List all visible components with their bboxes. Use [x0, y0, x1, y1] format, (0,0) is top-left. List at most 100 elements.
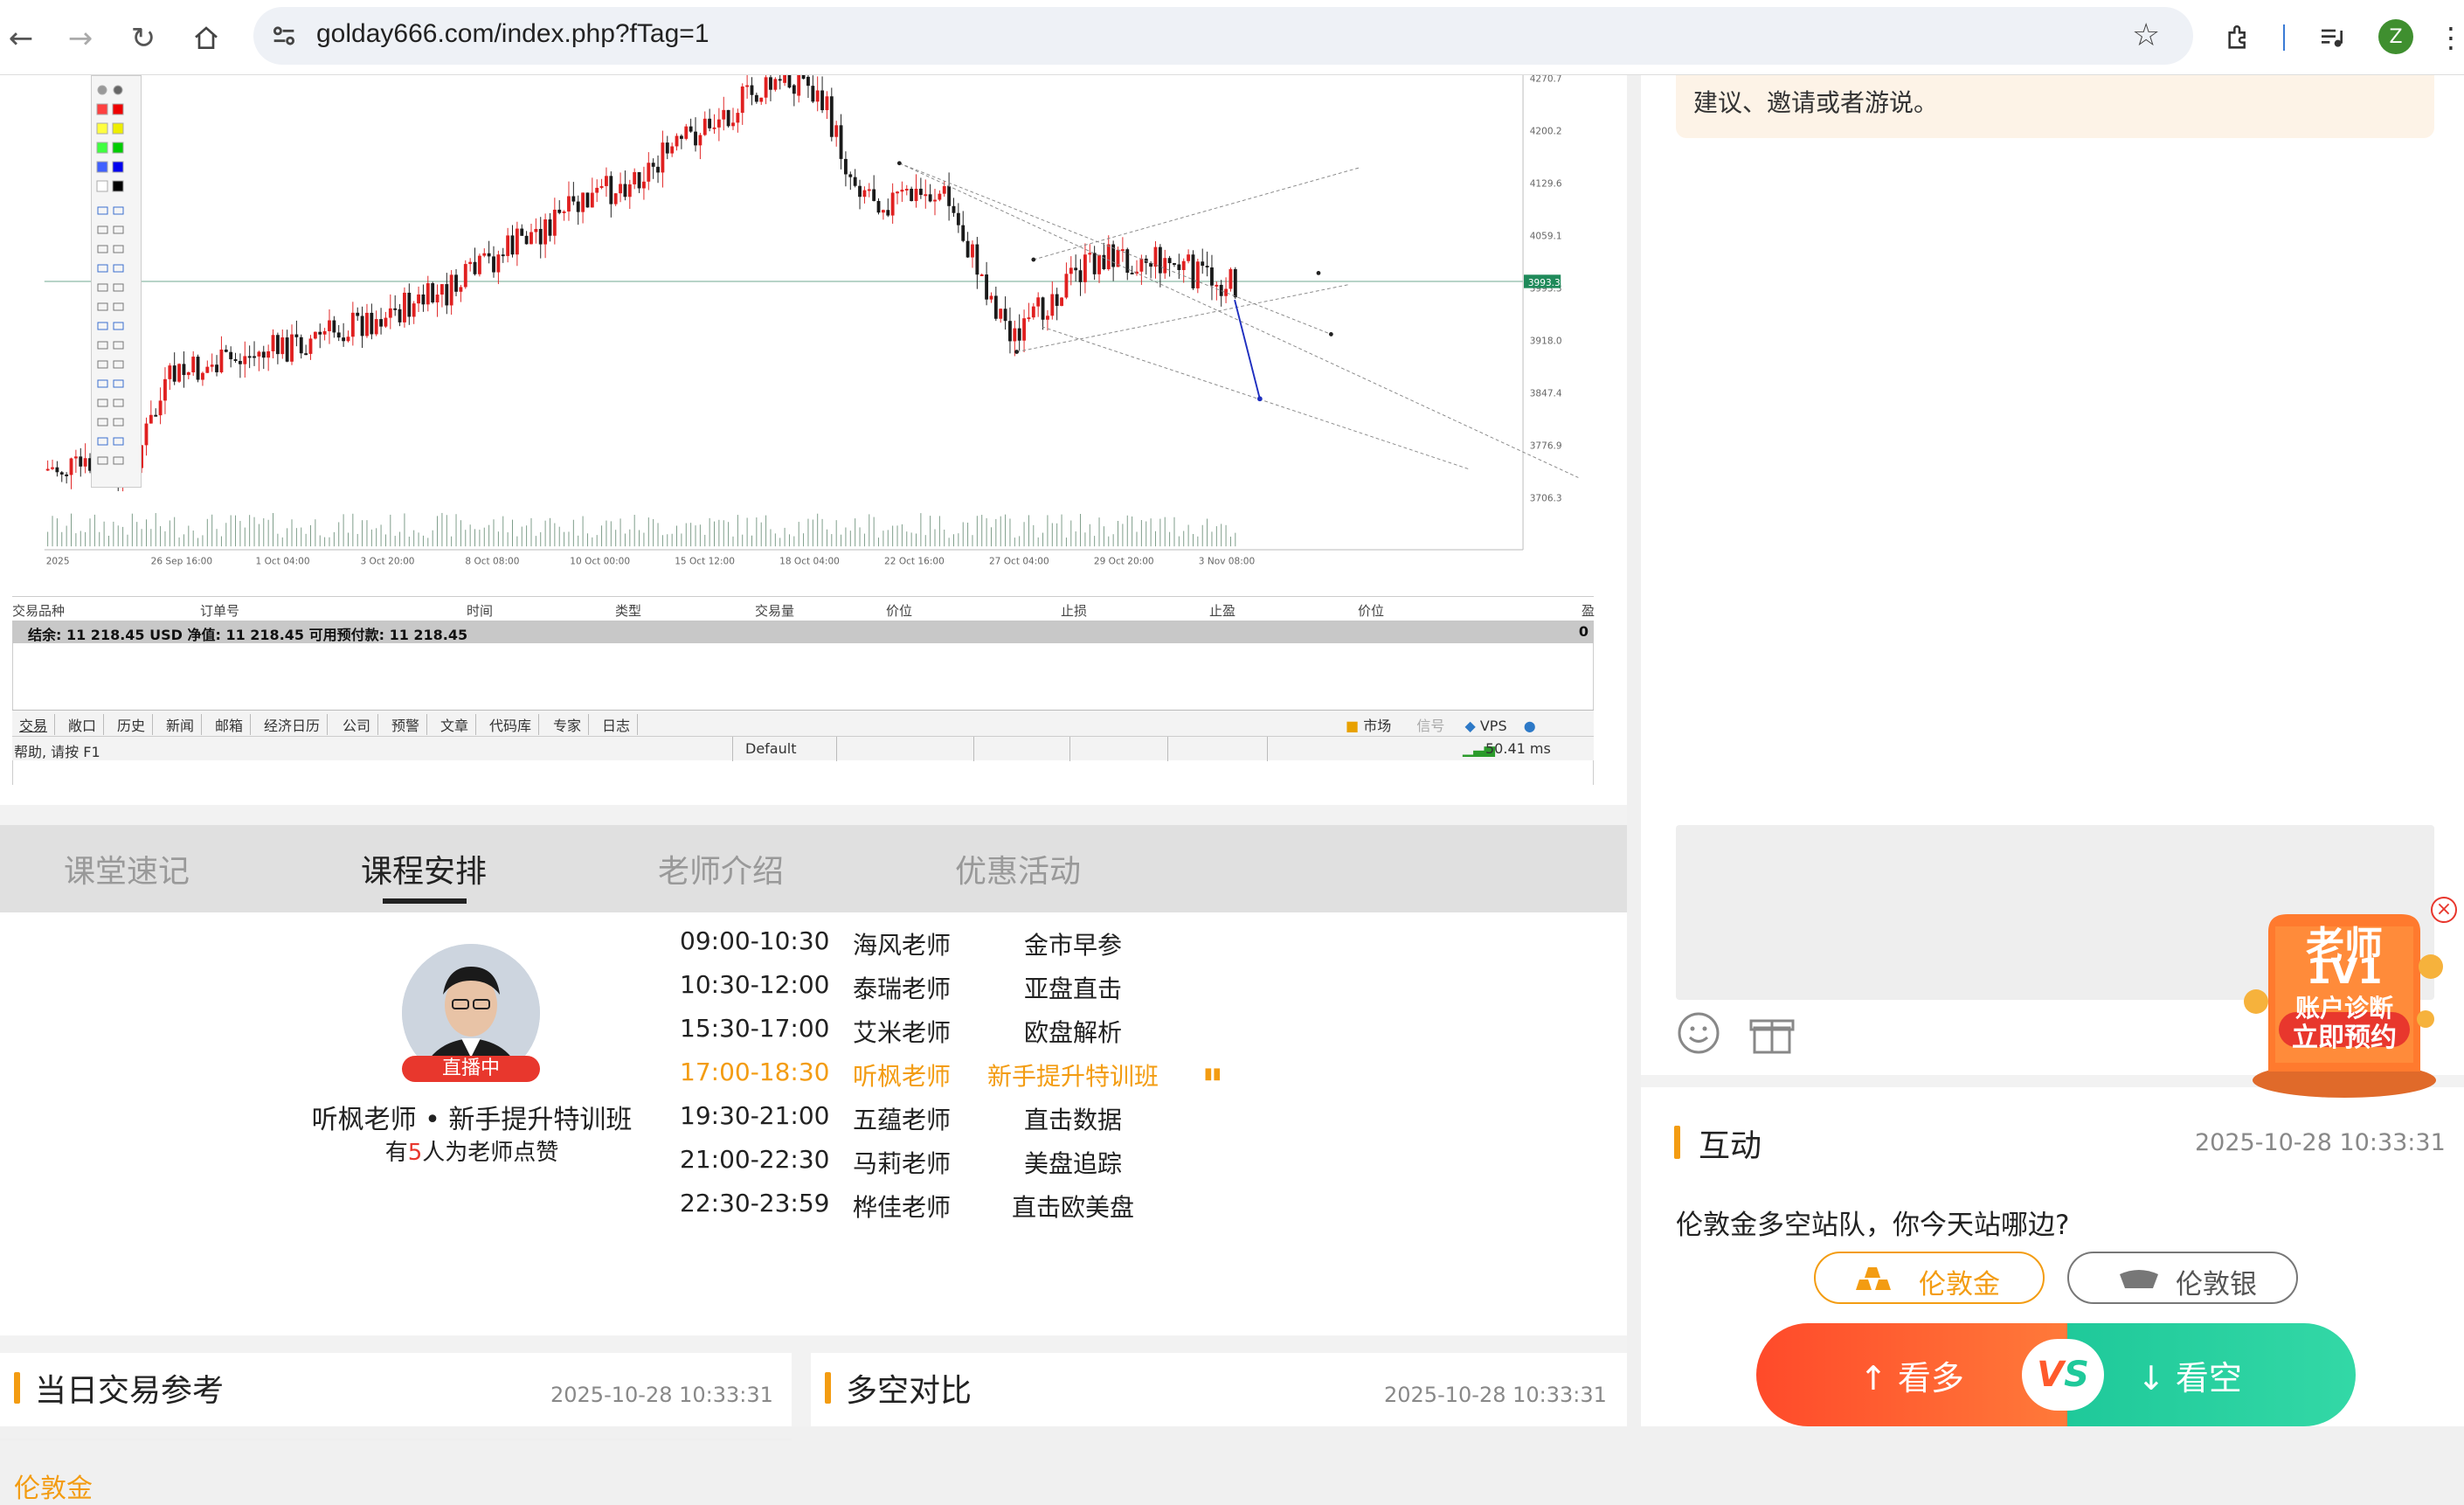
candle-body: [1219, 284, 1223, 296]
candle-body: [1092, 253, 1097, 274]
terminal-tab[interactable]: 历史: [110, 714, 154, 735]
order-column-header[interactable]: 订单号: [200, 601, 239, 620]
candle-body: [304, 353, 308, 356]
candle-body: [989, 295, 993, 300]
terminal-tab[interactable]: 预警: [384, 714, 428, 735]
extensions-icon[interactable]: [2219, 17, 2260, 58]
terminal-tab[interactable]: 日志: [595, 714, 639, 735]
back-icon[interactable]: ←: [2, 19, 40, 58]
candle-body: [421, 294, 426, 305]
browser-toolbar: ← → ↻ golday666.com/index.php?fTag=1 ☆ Z…: [0, 0, 2464, 75]
candle-body: [910, 189, 914, 202]
order-column-header[interactable]: 时间: [467, 601, 493, 620]
forward-icon[interactable]: →: [61, 19, 100, 58]
candle-body: [787, 75, 792, 88]
candle-body: [928, 194, 932, 202]
promo-close-icon[interactable]: ×: [2431, 897, 2457, 923]
menu-icon[interactable]: ⋮: [2437, 17, 2464, 58]
candle-body: [1008, 321, 1012, 342]
terminal-tab[interactable]: 公司: [336, 714, 379, 735]
tab-teachers[interactable]: 老师介绍: [629, 825, 813, 912]
terminal-tab[interactable]: 专家: [546, 714, 590, 735]
schedule-teacher: 泰瑞老师: [853, 974, 952, 1003]
drawing-toolbar[interactable]: [91, 75, 142, 488]
candle-body: [1210, 267, 1214, 286]
bear-button[interactable]: ↓ 看空: [2067, 1323, 2356, 1426]
order-column-header[interactable]: 交易品种: [12, 601, 65, 620]
candle-body: [477, 255, 481, 274]
interact-date: 2025-10-28 10:33:31: [2195, 1129, 2446, 1156]
order-column-header[interactable]: 价位: [886, 601, 912, 620]
status-market[interactable]: 市场: [1363, 718, 1391, 734]
profile-avatar[interactable]: Z: [2378, 19, 2413, 54]
order-column-header[interactable]: 交易量: [755, 601, 794, 620]
candle-body: [792, 85, 796, 94]
candle-body: [332, 320, 336, 333]
terminal-tab[interactable]: 文章: [433, 714, 477, 735]
terminal-tab[interactable]: 经济日历: [257, 714, 329, 735]
candle-body: [454, 274, 458, 292]
option-gold-button[interactable]: 伦敦金: [1814, 1252, 2045, 1304]
candle-body: [515, 228, 519, 255]
candle-body: [275, 335, 280, 355]
candle-body: [1097, 254, 1101, 274]
address-bar[interactable]: golday666.com/index.php?fTag=1 ☆: [253, 7, 2193, 65]
terminal-tab[interactable]: 敞口: [61, 714, 105, 735]
candle-body: [1046, 316, 1049, 320]
candle-body: [1201, 261, 1205, 267]
gift-icon[interactable]: [1748, 1009, 1796, 1058]
candle-body: [703, 118, 707, 135]
emoji-icon[interactable]: [1676, 1010, 1721, 1056]
terminal-tab[interactable]: 交易: [12, 714, 56, 735]
terminal-tab[interactable]: 新闻: [159, 714, 203, 735]
silver-ingot-icon: [2120, 1270, 2158, 1288]
media-control-icon[interactable]: [2312, 17, 2352, 58]
candle-body: [661, 142, 665, 173]
tab-class-notes[interactable]: 课堂速记: [35, 825, 218, 912]
option-silver-button[interactable]: 伦敦银: [2067, 1252, 2298, 1304]
terminal-tab[interactable]: 邮箱: [208, 714, 252, 735]
live-badge: 直播中: [402, 1056, 540, 1082]
order-table-header: 交易品种 订单号 时间 类型 交易量 价位 止损 止盈 价位 盈: [12, 596, 1595, 621]
candle-body: [356, 312, 360, 316]
candlestick-chart[interactable]: 4270.7 4200.2 4129.6 4059.1 3993.3 3918.0 3847…: [12, 75, 1594, 570]
promo-widget[interactable]: 老师 1V1 账户诊断 立即预约: [2244, 905, 2445, 1102]
candle-body: [619, 184, 622, 194]
terminal-tab[interactable]: 代码库: [482, 714, 540, 735]
site-settings-icon[interactable]: [269, 21, 299, 54]
schedule-topic: 直击欧美盘: [1012, 1193, 1135, 1222]
date-label: 26 Sep 16:00: [151, 556, 213, 566]
candle-body: [806, 76, 810, 87]
candle-body: [1031, 306, 1035, 318]
status-vps[interactable]: VPS: [1480, 718, 1507, 734]
order-column-header[interactable]: 类型: [615, 601, 641, 620]
candle-body: [694, 131, 697, 146]
order-column-header[interactable]: 止损: [1061, 601, 1087, 620]
status-ping: 50.41 ms: [1485, 740, 1551, 757]
order-column-header[interactable]: 盈: [1582, 601, 1595, 620]
schedule-teacher: 艾米老师: [853, 1018, 952, 1047]
candle-body: [1177, 264, 1181, 271]
candle-body: [543, 219, 548, 245]
candle-body: [876, 200, 881, 213]
home-icon[interactable]: [187, 19, 225, 58]
daily-first-item[interactable]: 伦敦金: [14, 1467, 93, 1505]
candle-body: [576, 201, 580, 212]
candle-body: [496, 254, 501, 273]
status-signal[interactable]: 信号: [1416, 718, 1444, 734]
candle-body: [670, 146, 675, 154]
date-label: 27 Oct 04:00: [989, 556, 1049, 566]
date-label: 1 Oct 04:00: [256, 556, 310, 566]
bookmark-star-icon[interactable]: ☆: [2132, 17, 2160, 53]
candle-body: [342, 337, 346, 342]
candle-body: [210, 364, 214, 367]
tab-promotions[interactable]: 优惠活动: [926, 825, 1110, 912]
order-column-header[interactable]: 止盈: [1209, 601, 1235, 620]
order-column-header[interactable]: 价位: [1358, 601, 1384, 620]
candle-body: [801, 75, 806, 80]
candle-body: [971, 244, 974, 258]
url-text[interactable]: golday666.com/index.php?fTag=1: [316, 19, 709, 49]
schedule-topic: 金市早参: [1024, 931, 1123, 960]
reload-icon[interactable]: ↻: [124, 19, 163, 58]
price-label: 4129.6: [1530, 179, 1562, 190]
